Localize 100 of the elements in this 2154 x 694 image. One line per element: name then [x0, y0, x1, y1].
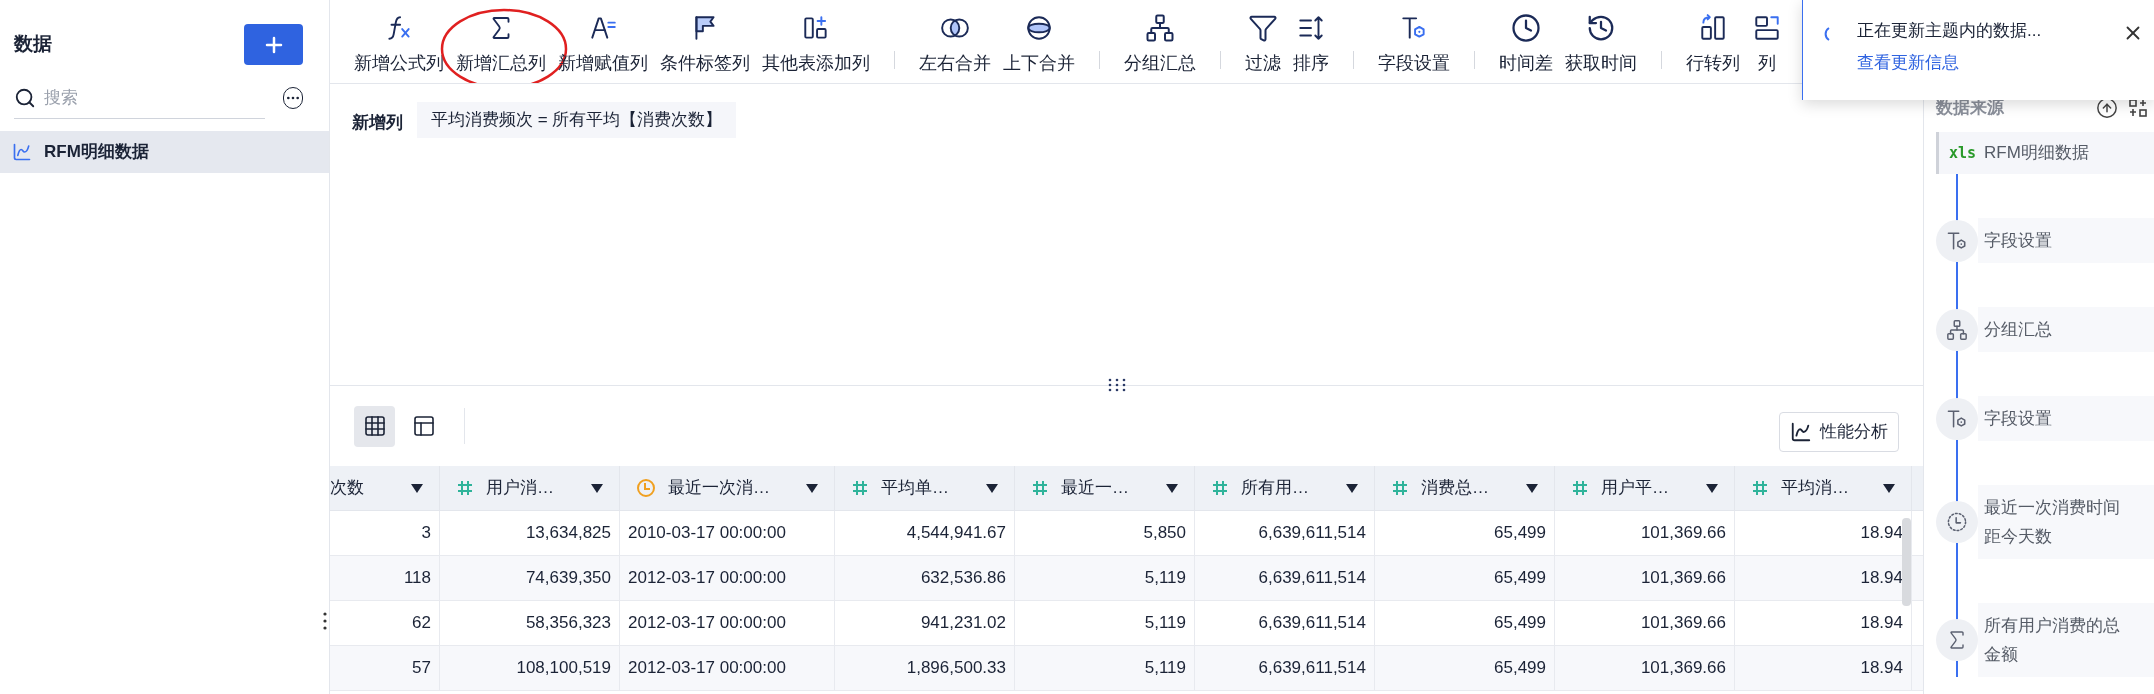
resize-handle-icon[interactable]	[323, 612, 327, 630]
column-header[interactable]: 用户平…	[1555, 466, 1735, 510]
column-header[interactable]: 消费总…	[1375, 466, 1555, 510]
caret-icon[interactable]	[591, 483, 603, 493]
toolbar-button[interactable]: 条件标签列	[658, 6, 752, 77]
column-header[interactable]: 用户消…	[440, 466, 620, 510]
table-cell: 3	[330, 511, 440, 555]
caret-icon[interactable]	[1526, 483, 1538, 493]
table-cell: 6,639,611,514	[1195, 646, 1375, 690]
panel-title: 数据来源	[1936, 97, 2004, 120]
table-cell: 6,639,611,514	[1195, 601, 1375, 645]
hash-icon	[456, 479, 474, 497]
table-cell: 74,639,350	[440, 556, 620, 600]
column-header[interactable]: 次数	[330, 466, 440, 510]
table-cell: 13,634,825	[440, 511, 620, 555]
notification-message: 正在更新主题内的数据...	[1857, 20, 2043, 42]
caret-icon[interactable]	[806, 483, 818, 493]
table-cell: 101,369.66	[1555, 646, 1735, 690]
upload-icon[interactable]	[2096, 97, 2118, 119]
grid-view-button[interactable]	[354, 405, 395, 447]
swap-layout-icon[interactable]	[2128, 98, 2148, 118]
spinner-icon	[1823, 26, 1831, 42]
table-cell: 6,639,611,514	[1195, 511, 1375, 555]
hash-icon	[1751, 479, 1769, 497]
column-header[interactable]: 最近一次消…	[620, 466, 835, 510]
table-cell: 101,369.66	[1555, 601, 1735, 645]
layout-icon	[411, 414, 436, 438]
table-cell: 65,499	[1375, 646, 1555, 690]
column-header[interactable]: 最近一…	[1015, 466, 1195, 510]
dashed-clock-icon	[1945, 510, 1969, 534]
table-cell: 1,896,500.33	[835, 646, 1015, 690]
table-cell: 6,639,611,514	[1195, 556, 1375, 600]
sidebar-item[interactable]: RFM明细数据	[0, 131, 329, 173]
hash-icon	[851, 479, 869, 497]
table-cell: 18.94	[1735, 646, 1912, 690]
table-cell: 58,356,323	[440, 601, 620, 645]
table-cell: 2010-03-17 00:00:00	[620, 511, 835, 555]
toolbar-button[interactable]: 其他表添加列	[760, 6, 872, 77]
clock-icon	[636, 478, 656, 498]
hash-icon	[1571, 479, 1589, 497]
caret-icon[interactable]	[1706, 483, 1718, 493]
hash-icon	[1031, 479, 1049, 497]
table-cell: 632,536.86	[835, 556, 1015, 600]
table-cell: 65,499	[1375, 601, 1555, 645]
column-header[interactable]: 平均单…	[835, 466, 1015, 510]
table-cell: 4,544,941.67	[835, 511, 1015, 555]
clock-icon	[1511, 12, 1541, 43]
table-cell: 101,369.66	[1555, 556, 1735, 600]
hash-icon	[1211, 479, 1229, 497]
table-cell: 101,369.66	[1555, 511, 1735, 555]
toolbar-button[interactable]: 排序	[1291, 6, 1331, 77]
column-header[interactable]: 所有用…	[1195, 466, 1375, 510]
search-icon	[14, 86, 36, 109]
add-button[interactable]	[244, 24, 303, 65]
formula-expression[interactable]: 平均消费频次 = 所有平均【消费次数】	[417, 102, 737, 138]
toolbar-button[interactable]: 过滤	[1243, 6, 1283, 77]
pipeline-step[interactable]: 分组汇总	[1978, 307, 2154, 352]
caret-icon[interactable]	[1166, 483, 1178, 493]
pipeline-step[interactable]: 所有用户消费的总金额	[1978, 603, 2154, 677]
hierarchy-icon	[1946, 318, 1968, 341]
hash-icon	[1391, 479, 1409, 497]
toolbar-button[interactable]: 字段设置	[1376, 6, 1452, 77]
table-cell: 57	[330, 646, 440, 690]
caret-icon[interactable]	[1346, 483, 1358, 493]
pipeline-step[interactable]: 最近一次消费时间距今天数	[1978, 485, 2154, 559]
table-cell: 2012-03-17 00:00:00	[620, 601, 835, 645]
toolbar-button[interactable]: 列	[1750, 6, 1784, 77]
table-cell: 2012-03-17 00:00:00	[620, 556, 835, 600]
swap-columns-icon	[1698, 12, 1728, 43]
toolbar-button[interactable]: 左右合并	[917, 6, 993, 77]
caret-icon[interactable]	[986, 483, 998, 493]
drag-handle-icon[interactable]	[1108, 378, 1126, 392]
table-cell: 62	[330, 601, 440, 645]
table-cell: 5,119	[1015, 646, 1195, 690]
table-cell: 5,119	[1015, 556, 1195, 600]
toolbar-button[interactable]: 行转列	[1684, 6, 1742, 77]
column-header[interactable]: 平均消…	[1735, 466, 1912, 510]
update-info-link[interactable]: 查看更新信息	[1857, 49, 2096, 75]
scrollbar[interactable]	[1902, 518, 1911, 606]
table-cell: 118	[330, 556, 440, 600]
table-cell: 2012-03-17 00:00:00	[620, 646, 835, 690]
table-cell: 108,100,519	[440, 646, 620, 690]
chart-icon	[12, 142, 32, 162]
toolbar-button[interactable]: 上下合并	[1001, 6, 1077, 77]
toolbar-button[interactable]: 时间差	[1497, 6, 1555, 77]
pipeline-step[interactable]: 字段设置	[1978, 218, 2154, 263]
table-cell: 5,850	[1015, 511, 1195, 555]
chart-icon	[1790, 421, 1812, 443]
search-field[interactable]: 搜索	[44, 84, 265, 111]
table-cell: 65,499	[1375, 556, 1555, 600]
caret-icon[interactable]	[411, 483, 423, 493]
toolbar-button[interactable]: 获取时间	[1563, 6, 1639, 77]
caret-icon[interactable]	[1883, 483, 1895, 493]
performance-button[interactable]: 性能分析	[1779, 412, 1899, 452]
toolbar-button[interactable]: 新增公式列	[352, 6, 446, 77]
pipeline-source[interactable]: xls RFM明细数据	[1936, 132, 2154, 174]
pipeline-step[interactable]: 字段设置	[1978, 396, 2154, 441]
toolbar-button[interactable]: 分组汇总	[1122, 6, 1198, 77]
grid-icon	[362, 414, 387, 438]
table-cell: 65,499	[1375, 511, 1555, 555]
